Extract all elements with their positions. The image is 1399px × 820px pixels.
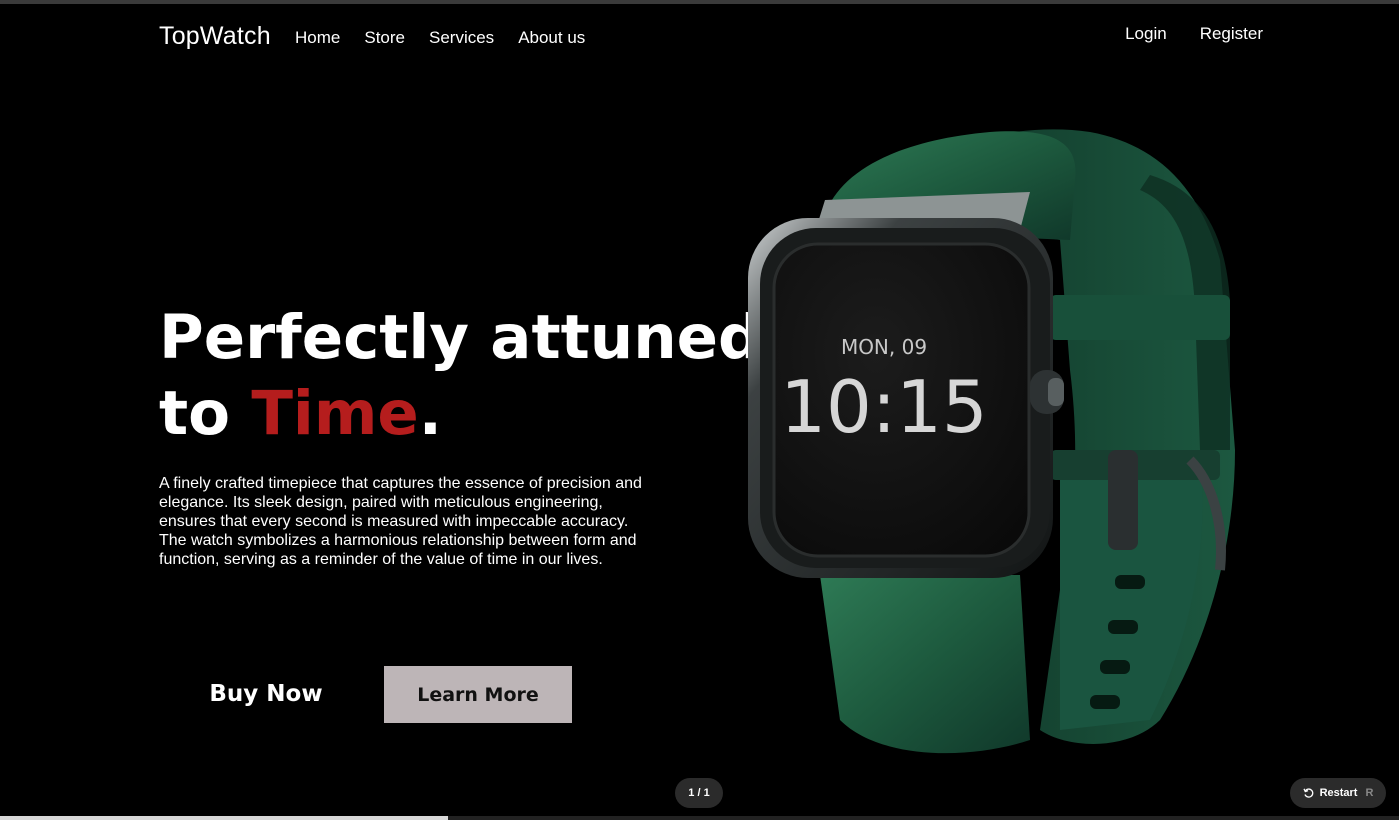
register-link[interactable]: Register [1200,24,1263,44]
top-border [0,0,1399,4]
hero-description: A finely crafted timepiece that captures… [159,475,642,568]
hero-title-line1: Perfectly attuned [159,302,762,373]
brand-logo[interactable]: TopWatch [159,22,271,51]
restart-icon [1302,788,1313,798]
restart-label: Restart [1319,787,1358,799]
main-nav: Home Store Services About us [295,28,585,48]
hero-title-accent: Time [251,378,419,449]
watch-image: MON, 09 10:15 [730,120,1250,760]
login-link[interactable]: Login [1125,24,1167,44]
nav-home[interactable]: Home [295,28,340,48]
watch-date: MON, 09 [841,335,927,359]
site-header: TopWatch Home Store Services About us Lo… [159,22,1263,56]
hero-title-prefix: to [159,378,252,449]
auth-links: Login Register [1125,24,1263,44]
hero-title: Perfectly attuned to Time. [159,300,762,452]
slide-counter: 1 / 1 [675,778,723,808]
progress-track [0,816,1399,820]
restart-button[interactable]: Restart R [1290,778,1386,808]
watch-time: 10:15 [780,365,988,449]
hero-title-suffix: . [418,378,442,449]
nav-about-us[interactable]: About us [518,28,585,48]
restart-shortcut-key: R [1365,787,1374,799]
buy-now-button[interactable]: Buy Now [160,666,372,722]
nav-services[interactable]: Services [429,28,494,48]
smartwatch-illustration: MON, 09 10:15 [748,129,1235,754]
nav-store[interactable]: Store [364,28,405,48]
learn-more-button[interactable]: Learn More [384,666,572,723]
progress-fill [0,816,448,820]
